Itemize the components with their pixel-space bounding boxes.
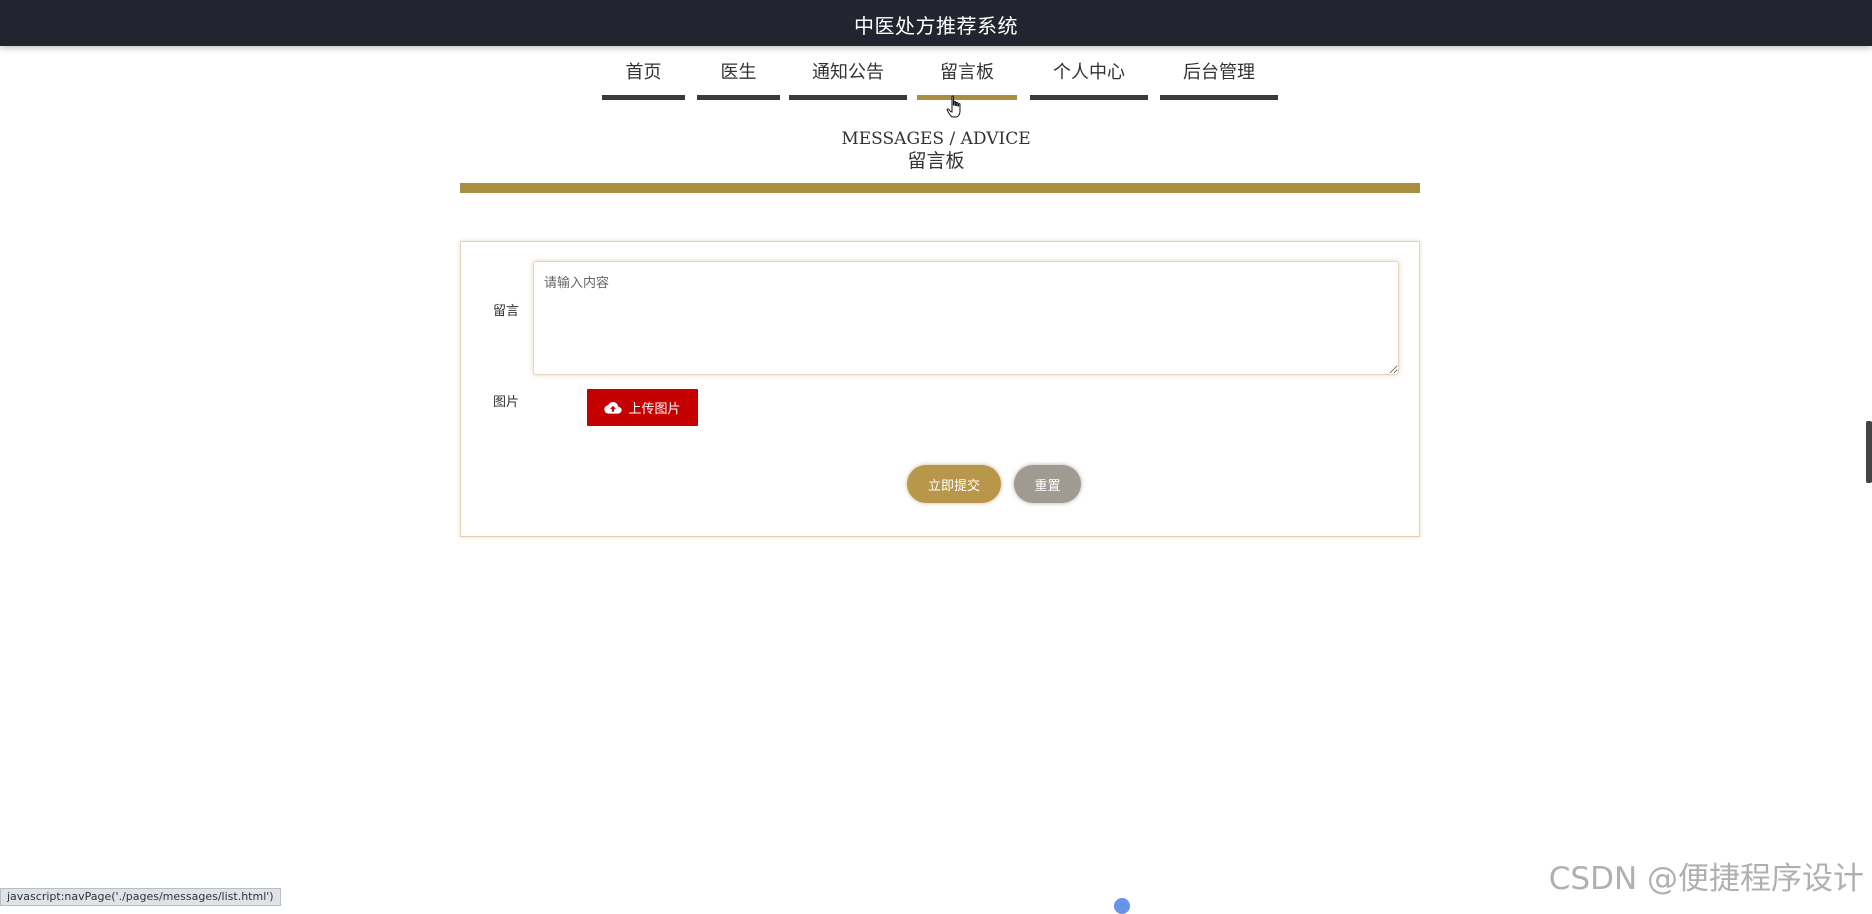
main-nav: 首页 医生 通知公告 留言板 个人中心 后台管理 [0,60,1872,100]
nav-item-notices[interactable]: 通知公告 [789,60,907,100]
nav-item-home[interactable]: 首页 [602,60,685,100]
nav-underline [1030,95,1148,100]
nav-item-label: 后台管理 [1160,60,1278,90]
taskbar-indicator-icon [1114,898,1130,914]
nav-item-personal-center[interactable]: 个人中心 [1030,60,1148,100]
nav-item-label: 个人中心 [1030,60,1148,90]
browser-status-bar: javascript:navPage('./pages/messages/lis… [0,888,281,906]
hand-cursor-icon [946,95,964,119]
nav-item-label: 首页 [602,60,685,90]
nav-underline [1160,95,1278,100]
top-header: 中医处方推荐系统 [0,0,1872,46]
nav-item-label: 通知公告 [789,60,907,90]
section-divider [460,183,1420,193]
nav-item-admin[interactable]: 后台管理 [1160,60,1278,100]
nav-underline [697,95,780,100]
section-heading: MESSAGES / ADVICE 留言板 [0,128,1872,172]
nav-underline [789,95,907,100]
nav-item-label: 医生 [697,60,780,90]
nav-item-label: 留言板 [917,60,1017,90]
scrollbar-thumb[interactable] [1866,421,1872,483]
section-title-cn: 留言板 [0,150,1872,172]
site-title: 中医处方推荐系统 [0,10,1872,39]
submit-button[interactable]: 立即提交 [907,465,1001,503]
reset-button[interactable]: 重置 [1014,465,1081,503]
nav-underline [602,95,685,100]
section-title-en: MESSAGES / ADVICE [0,128,1872,150]
watermark: CSDN @便捷程序设计 [1549,853,1864,898]
cloud-upload-icon [604,401,622,415]
nav-item-message-board[interactable]: 留言板 [917,60,1017,100]
upload-image-button[interactable]: 上传图片 [587,389,698,426]
nav-underline-active [917,95,1017,100]
nav-item-doctors[interactable]: 医生 [697,60,780,100]
image-label: 图片 [493,391,519,410]
message-form: 留言 图片 上传图片 立即提交 重置 [460,241,1420,537]
upload-button-label: 上传图片 [628,398,680,417]
message-label: 留言 [493,300,519,319]
message-textarea[interactable] [533,261,1399,375]
